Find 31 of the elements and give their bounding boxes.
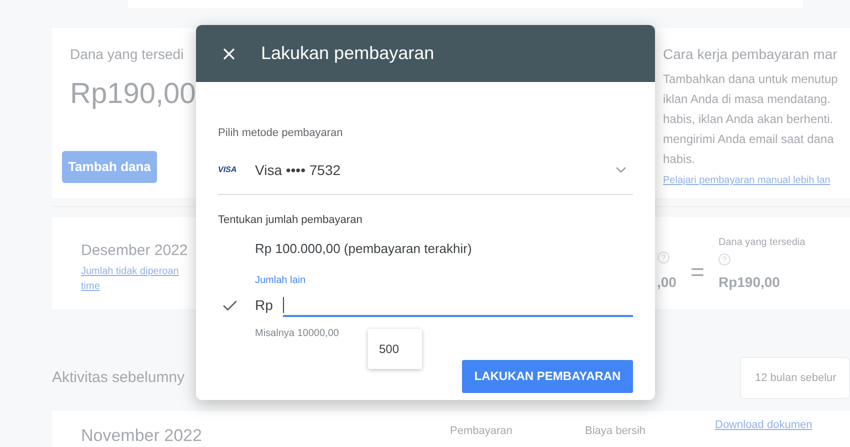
details-link[interactable]: time (81, 278, 100, 294)
column-header: Biaya bersih (585, 424, 647, 439)
learn-more-link[interactable]: Pelajari pembayaran manual lebih lan (663, 173, 830, 188)
suggestion-popup[interactable]: 500 (368, 328, 422, 368)
add-funds-button[interactable]: Tambah dana (62, 150, 157, 182)
date-range-dropdown[interactable]: 12 bulan sebelur (740, 357, 850, 399)
download-link[interactable]: Download dokumen (715, 417, 812, 447)
method-label: Pilih metode pembayaran (218, 127, 343, 139)
helper-text: Misalnya 10000,00 (255, 328, 339, 338)
submit-payment-button[interactable]: LAKUKAN PEMBAYARAN (462, 360, 633, 392)
amount-option[interactable]: Rp 100.000,00 (pembayaran terakhir) (255, 239, 472, 258)
month-title: Desember 2022 (81, 241, 188, 261)
column-header: Pembayaran (450, 424, 514, 439)
amount-text: ,00 (657, 273, 676, 292)
details-link[interactable]: Jumlah tidak diperoan (81, 264, 179, 278)
month-title: November 2022 (81, 425, 203, 447)
funds-amount: Rp190,00 (70, 77, 196, 112)
info-paragraph: Tambahkan dana untuk menutup iklan Anda di masa mendatang. habis, iklan Anda akan berhenti. mengirimi Anda email saat dana habis. (663, 71, 839, 168)
section-title: Aktivitas sebelumny (52, 368, 185, 388)
field-label: Jumlah lain (255, 274, 306, 286)
equals-sign: = (690, 258, 704, 288)
amount-label: Tentukan jumlah pembayaran (218, 214, 362, 226)
payment-method-dropdown[interactable]: VISA Visa •••• 7532 (218, 160, 633, 180)
visa-logo-icon: VISA (218, 164, 255, 176)
dialog-title: Lakukan pembayaran (261, 42, 434, 65)
result-label: Dana yang tersedia (718, 236, 806, 250)
result-amount: Rp190,00 (718, 273, 781, 292)
funds-label: Dana yang tersedi (70, 45, 184, 64)
info-title: Cara kerja pembayaran mar (663, 45, 838, 64)
amount-input-field[interactable] (282, 294, 633, 316)
currency-prefix: Rp (255, 296, 273, 315)
